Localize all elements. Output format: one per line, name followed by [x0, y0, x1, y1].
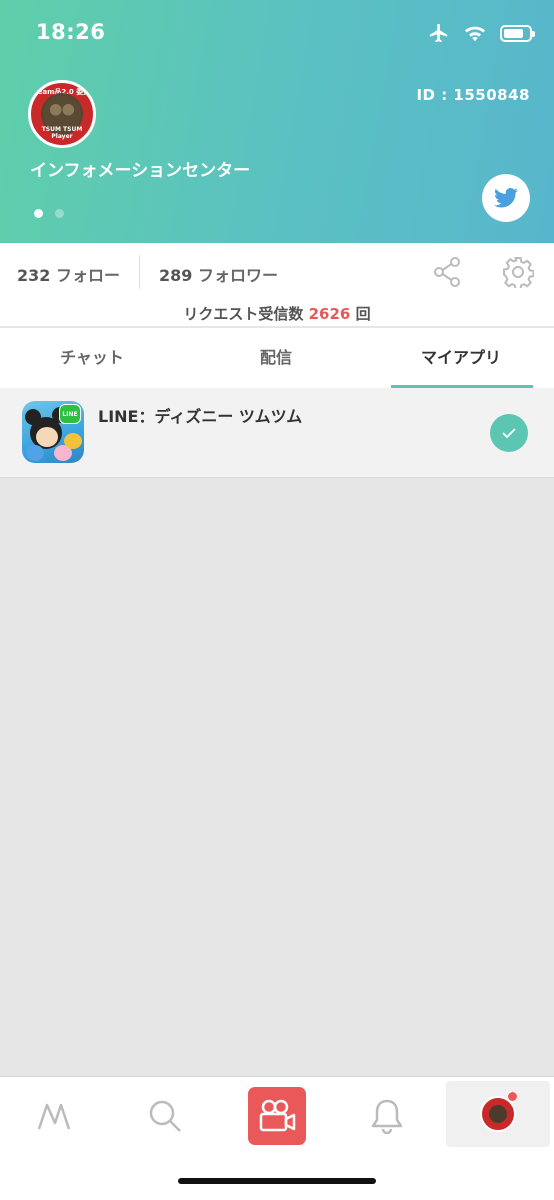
status-icons: [428, 22, 535, 44]
tab-stream[interactable]: 配信: [184, 328, 368, 388]
tab-broadcast[interactable]: [222, 1085, 332, 1147]
profile-avatar[interactable]: Team品2.0 委員長 TSUM TSUM Player: [28, 80, 96, 148]
stats-bar: 232 フォロー 289 フォロワー リクエスト受信数 2626 回: [0, 243, 554, 326]
page-indicator: [34, 209, 64, 218]
search-icon: [149, 1100, 181, 1132]
follow-count: 232: [17, 266, 51, 285]
broadcast-button[interactable]: [248, 1087, 306, 1145]
home-indicator[interactable]: [178, 1178, 376, 1184]
share-icon[interactable]: [433, 257, 461, 287]
status-time: 18:26: [36, 20, 106, 44]
tab-profile[interactable]: [446, 1081, 550, 1147]
bell-icon: [371, 1099, 403, 1134]
gear-icon[interactable]: [502, 256, 534, 288]
line-badge: LINE: [59, 404, 81, 424]
profile-header: 18:26 Team品2.0 委員長 TSUM TSUM Player ID :…: [0, 0, 554, 243]
list-item[interactable]: LINE LINE：ディズニー ツムツム: [0, 388, 554, 478]
page-dot-active[interactable]: [34, 209, 43, 218]
twitter-button[interactable]: [482, 174, 530, 222]
video-camera-icon: [259, 1099, 296, 1132]
wifi-icon: [464, 26, 486, 42]
follower-label: フォロワー: [197, 266, 278, 285]
home-icon: [37, 1103, 71, 1130]
user-id: ID : 1550848: [416, 86, 530, 104]
follower-count: 289: [159, 266, 193, 285]
tab-search[interactable]: [110, 1085, 220, 1147]
app-name: LINE：ディズニー ツムツム: [98, 407, 303, 426]
user-name: インフォメーションセンター: [30, 161, 251, 181]
request-count-text: リクエスト受信数 2626 回: [0, 303, 554, 324]
tab-notifications[interactable]: [332, 1085, 442, 1147]
twitter-bird-icon: [494, 188, 518, 208]
follow-label: フォロー: [55, 266, 120, 285]
follower-count-link[interactable]: 289 フォロワー: [159, 262, 278, 286]
request-suffix: 回: [350, 305, 371, 323]
request-count: 2626: [308, 305, 351, 323]
follow-count-link[interactable]: 232 フォロー: [17, 262, 120, 286]
airplane-mode-icon: [429, 23, 448, 43]
tab-home[interactable]: [0, 1085, 110, 1147]
checkmark-icon: [502, 428, 516, 439]
profile-tabs: チャット 配信 マイアプリ: [0, 326, 554, 388]
avatar-ring-text-bottom: TSUM TSUM Player: [41, 126, 83, 140]
app-selected-check-button[interactable]: [490, 414, 528, 452]
tab-my-apps[interactable]: マイアプリ: [368, 328, 554, 388]
battery-icon: [500, 24, 535, 42]
stats-divider: [139, 255, 140, 289]
notification-badge: [507, 1091, 518, 1102]
request-prefix: リクエスト受信数: [183, 305, 309, 323]
tab-chat[interactable]: チャット: [0, 328, 184, 388]
page-dot[interactable]: [55, 209, 64, 218]
tsum-tsum-app-icon: LINE: [22, 401, 84, 463]
